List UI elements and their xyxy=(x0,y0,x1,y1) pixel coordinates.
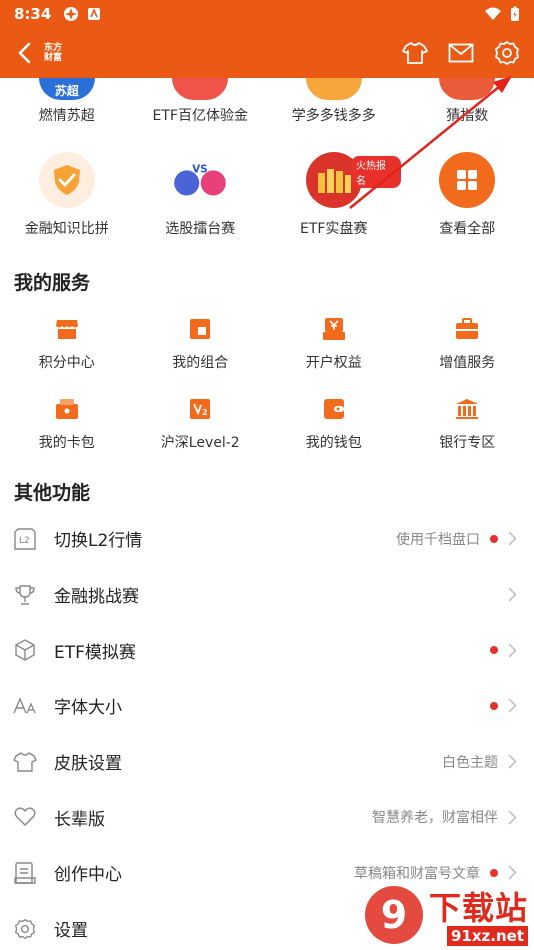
service-my-portfolio[interactable]: 我的组合 xyxy=(134,308,268,388)
chevron-left-icon xyxy=(18,42,31,64)
brand-logo: 东方 财富 xyxy=(44,43,63,63)
grid-item-view-all[interactable]: 查看全部 xyxy=(401,152,534,250)
service-level2[interactable]: 2 沪深Level-2 xyxy=(134,388,268,468)
svg-text:L2: L2 xyxy=(19,536,30,546)
cube-icon xyxy=(12,637,38,663)
grid-apps-icon xyxy=(439,152,496,208)
l2-icon: L2 xyxy=(12,526,38,552)
card-wallet-icon xyxy=(54,396,80,422)
yen-icon xyxy=(321,316,347,342)
func-font-size[interactable]: 字体大小 xyxy=(0,678,534,734)
app-notification-icon xyxy=(64,7,79,21)
services-grid: 积分中心 我的组合 开户权益 增值服务 我的卡包 2 沪深Level-2 我的钱… xyxy=(0,308,534,468)
compose-icon xyxy=(12,860,38,886)
unread-dot xyxy=(490,534,498,543)
shirt-icon xyxy=(12,749,38,775)
shield-check-icon xyxy=(38,152,95,208)
heart-icon xyxy=(12,804,38,830)
unread-dot xyxy=(490,701,498,710)
svg-text:2: 2 xyxy=(202,408,208,417)
grid-item-etf-experience[interactable]: ETF百亿体验金 xyxy=(134,78,268,140)
font-size-icon xyxy=(12,693,38,719)
gear-icon xyxy=(495,41,519,65)
grid-item-finance-quiz[interactable]: 金融知识比拼 xyxy=(0,152,134,250)
service-value-added[interactable]: 增值服务 xyxy=(401,308,534,388)
func-skin-settings[interactable]: 皮肤设置 白色主题 xyxy=(0,734,534,790)
app-badge-icon xyxy=(88,7,101,20)
portfolio-icon xyxy=(187,316,213,342)
services-title: 我的服务 xyxy=(14,272,91,294)
grid-item-etf-contest[interactable]: ETF实盘赛 火热报名 xyxy=(267,152,401,250)
shirt-icon xyxy=(402,42,428,64)
coin-bag-icon xyxy=(305,78,362,100)
chevron-right-icon xyxy=(508,642,518,658)
briefcase-icon xyxy=(454,316,480,342)
watermark-logo-icon: 9 xyxy=(364,886,423,944)
grid-item-guess-index[interactable]: 猜指数 xyxy=(401,78,534,140)
func-switch-l2[interactable]: L2 切换L2行情 使用千档盘口 xyxy=(0,511,534,567)
grid-item-learn-more[interactable]: 学多多钱多多 xyxy=(267,78,401,140)
svg-text:9: 9 xyxy=(381,893,407,937)
func-finance-challenge[interactable]: 金融挑战赛 xyxy=(0,567,534,623)
wallet-icon xyxy=(321,396,347,422)
store-icon xyxy=(54,316,80,342)
chevron-right-icon xyxy=(508,587,518,603)
service-points-center[interactable]: 积分中心 xyxy=(0,308,134,388)
service-my-wallet[interactable]: 我的钱包 xyxy=(267,388,401,468)
status-bar: 8:34 xyxy=(0,0,534,28)
svg-text:VS: VS xyxy=(193,164,208,176)
vs-icon: VS xyxy=(172,152,228,208)
settings-button[interactable] xyxy=(494,40,520,66)
gear-icon xyxy=(12,916,38,942)
service-card-wallet[interactable]: 我的卡包 xyxy=(0,388,134,468)
skin-button[interactable] xyxy=(402,40,428,66)
service-bank-zone[interactable]: 银行专区 xyxy=(401,388,534,468)
level2-icon: 2 xyxy=(187,396,213,422)
status-time: 8:34 xyxy=(14,5,52,23)
hot-badge: 火热报名 xyxy=(351,156,401,188)
watermark-domain: 91xz.net xyxy=(446,926,528,946)
su-super-icon: 苏超 xyxy=(38,78,95,100)
activity-grid: 苏超 燃情苏超 ETF百亿体验金 学多多钱多多 猜指数 金融知识比拼 VS 选股… xyxy=(0,78,534,250)
top-header: 东方 财富 xyxy=(0,28,534,78)
guess-index-icon xyxy=(439,78,496,100)
chevron-right-icon xyxy=(508,754,518,770)
watermark-text: 下载站 xyxy=(428,889,528,927)
service-account-rights[interactable]: 开户权益 xyxy=(267,308,401,388)
chevron-right-icon xyxy=(508,531,518,547)
chevron-right-icon xyxy=(508,809,518,825)
site-watermark: 9 下载站 91xz.net xyxy=(359,870,534,950)
grid-item-su-super[interactable]: 苏超 燃情苏超 xyxy=(0,78,134,140)
red-envelope-icon xyxy=(172,78,229,100)
chevron-right-icon xyxy=(508,698,518,714)
wifi-icon xyxy=(485,7,501,20)
func-etf-simulation[interactable]: ETF模拟赛 xyxy=(0,622,534,678)
functions-title: 其他功能 xyxy=(14,482,91,504)
func-elder-mode[interactable]: 长辈版 智慧养老，财富相伴 xyxy=(0,789,534,845)
trophy-icon xyxy=(12,582,38,608)
grid-item-stock-contest[interactable]: VS 选股擂台赛 xyxy=(134,152,268,250)
messages-button[interactable] xyxy=(448,40,474,66)
bank-icon xyxy=(454,396,480,422)
back-button[interactable] xyxy=(10,35,38,71)
unread-dot xyxy=(490,646,498,655)
mail-icon xyxy=(448,43,474,63)
battery-icon xyxy=(511,6,519,21)
